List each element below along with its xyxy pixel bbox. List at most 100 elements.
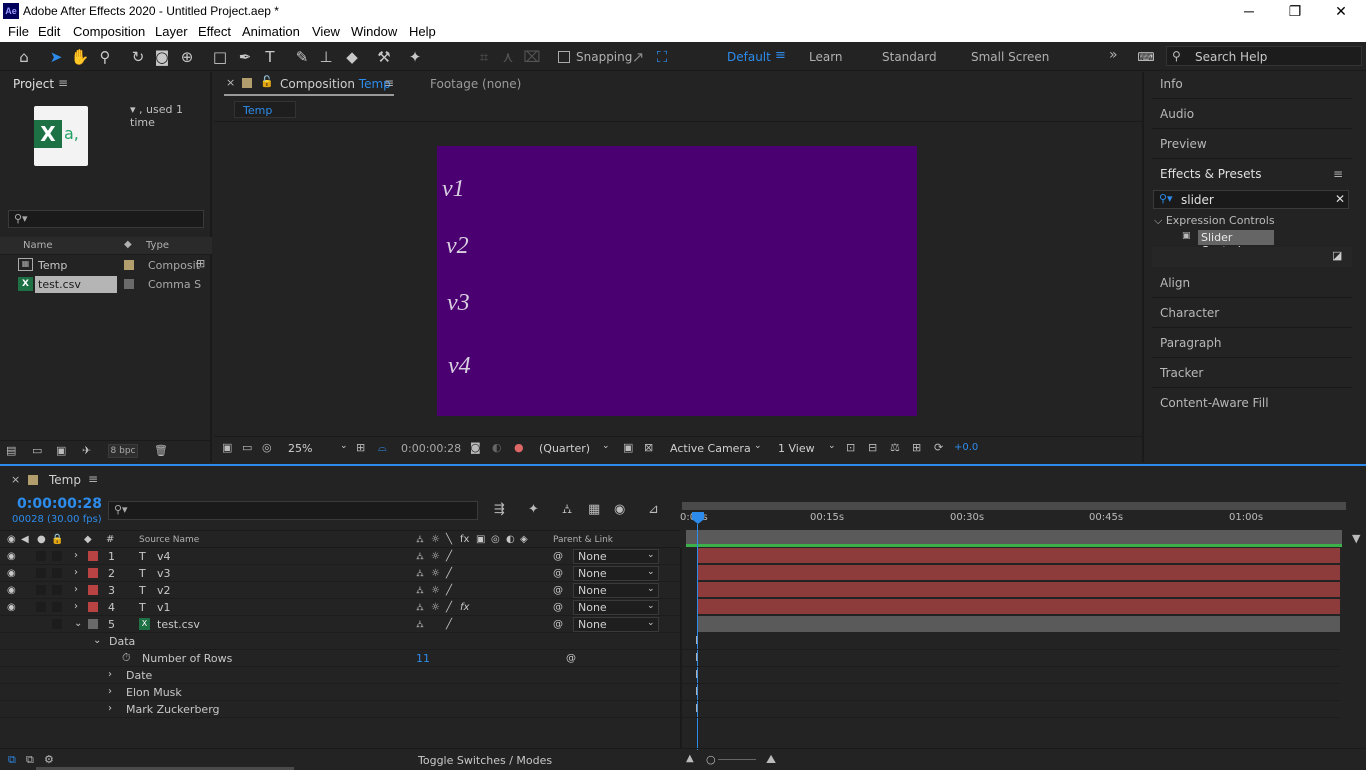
pan-behind-tool-icon[interactable]: ⊕ bbox=[177, 47, 197, 67]
align-panel-tab[interactable]: Align bbox=[1160, 276, 1190, 290]
snapping-checkbox[interactable] bbox=[558, 51, 570, 63]
rectangle-tool-icon[interactable]: □ bbox=[210, 47, 230, 67]
new-bin-icon[interactable]: ◪ bbox=[1332, 249, 1342, 262]
fx-switch-header-icon[interactable]: fx bbox=[460, 534, 469, 545]
collapse-switch-header-icon[interactable]: ☼ bbox=[431, 534, 440, 545]
lock-toggle[interactable] bbox=[52, 619, 62, 629]
label-color-swatch[interactable] bbox=[88, 568, 98, 578]
flowchart-icon[interactable]: ⊞ bbox=[196, 257, 205, 270]
layer-name[interactable]: test.csv bbox=[157, 618, 200, 631]
video-eye-icon[interactable]: ◉ bbox=[7, 602, 16, 613]
canvas-text-v1[interactable]: v1 bbox=[442, 176, 465, 203]
new-composition-icon[interactable]: ▣ bbox=[56, 444, 66, 457]
project-item-row[interactable]: X test.csv Comma S bbox=[0, 275, 210, 294]
layer-switches-icon[interactable]: ⧉ bbox=[8, 753, 16, 767]
label-color-swatch[interactable] bbox=[88, 602, 98, 612]
flowchart-icon[interactable]: ⊞ bbox=[912, 441, 921, 454]
chevron-right-icon[interactable]: › bbox=[108, 686, 112, 697]
paragraph-panel-tab[interactable]: Paragraph bbox=[1160, 336, 1221, 350]
channel-rgb-icon[interactable]: ● bbox=[514, 441, 524, 454]
adjustment-header-icon[interactable]: ◐ bbox=[506, 534, 515, 545]
property-group-row[interactable]: › Mark Zuckerberg I bbox=[0, 701, 1340, 718]
close-window-button[interactable]: ✕ bbox=[1318, 0, 1364, 22]
property-row[interactable]: ⏱ Number of Rows 11 @ I bbox=[0, 650, 1340, 667]
solo-toggle[interactable] bbox=[36, 602, 46, 612]
axis-view-icon[interactable]: ⌧ bbox=[522, 47, 542, 67]
pen-tool-icon[interactable]: ✒ bbox=[235, 47, 255, 67]
transparency-toggle-icon[interactable]: ⊠ bbox=[644, 441, 653, 454]
close-tab-icon[interactable]: × bbox=[11, 473, 20, 486]
lock-toggle[interactable] bbox=[52, 551, 62, 561]
pickwhip-icon[interactable]: @ bbox=[553, 619, 563, 630]
source-name-column[interactable]: Source Name bbox=[139, 535, 199, 545]
project-search-input[interactable]: ⚲▾ bbox=[8, 210, 204, 228]
audio-speaker-icon[interactable]: ◀ bbox=[21, 534, 29, 545]
menu-edit[interactable]: Edit bbox=[38, 24, 60, 39]
composition-tab[interactable]: Composition Temp bbox=[280, 77, 391, 91]
type-tool-icon[interactable]: T bbox=[260, 47, 280, 67]
column-name[interactable]: Name bbox=[23, 240, 53, 251]
selection-tool-icon[interactable]: ➤ bbox=[46, 47, 66, 67]
canvas-text-v4[interactable]: v4 bbox=[448, 353, 471, 380]
grid-icon[interactable]: ⊞ bbox=[356, 441, 365, 454]
video-eye-icon[interactable]: ◉ bbox=[7, 534, 16, 545]
label-color-swatch[interactable] bbox=[88, 619, 98, 629]
lock-toggle[interactable] bbox=[52, 602, 62, 612]
toggle-switches-modes-button[interactable]: Toggle Switches / Modes bbox=[418, 754, 552, 767]
transfer-controls-icon[interactable]: ⧉ bbox=[26, 753, 34, 767]
chevron-right-icon[interactable]: › bbox=[74, 584, 78, 595]
pickwhip-icon[interactable]: @ bbox=[553, 585, 563, 596]
region-of-interest-icon[interactable]: ▣ bbox=[623, 441, 633, 454]
canvas-text-v2[interactable]: v2 bbox=[446, 233, 469, 260]
restore-button[interactable]: ❐ bbox=[1272, 0, 1318, 22]
comp-button-icon[interactable]: ▼ bbox=[1352, 532, 1360, 545]
snap-features-icon[interactable]: ⛶ bbox=[652, 47, 672, 67]
home-icon[interactable]: ⌂ bbox=[14, 47, 34, 67]
zoom-out-icon[interactable]: ▲ bbox=[686, 753, 694, 764]
pickwhip-icon[interactable]: @ bbox=[553, 602, 563, 613]
layer-row[interactable]: ◉ › 4 T v1 ⛼ ☼ ╱ fx @ None ⌄ bbox=[0, 599, 680, 616]
label-color-swatch[interactable] bbox=[124, 279, 134, 289]
parent-dropdown[interactable]: None ⌄ bbox=[573, 549, 659, 564]
shy-switch-header-icon[interactable]: ⛼ bbox=[416, 534, 424, 547]
quality-switch-header-icon[interactable]: ╲ bbox=[446, 534, 452, 545]
shy-switch-icon[interactable]: ⛼ bbox=[416, 602, 424, 615]
clear-search-icon[interactable]: ✕ bbox=[1335, 192, 1345, 206]
collapse-switch-icon[interactable]: ☼ bbox=[431, 568, 440, 579]
effects-presets-title[interactable]: Effects & Presets bbox=[1160, 167, 1261, 181]
workspace-learn[interactable]: Learn bbox=[809, 50, 843, 64]
pickwhip-icon[interactable]: @ bbox=[566, 653, 576, 664]
timeline-search-input[interactable]: ⚲▾ bbox=[108, 501, 478, 520]
roto-brush-tool-icon[interactable]: ⚒ bbox=[374, 47, 394, 67]
chevron-down-icon[interactable]: ⌄ bbox=[74, 618, 82, 629]
quality-switch-icon[interactable]: ╱ bbox=[446, 585, 452, 596]
layer-number-header-icon[interactable]: # bbox=[106, 534, 114, 545]
fx-switch-icon[interactable]: fx bbox=[460, 602, 469, 613]
video-eye-icon[interactable]: ◉ bbox=[7, 551, 16, 562]
axis-local-icon[interactable]: ⌗ bbox=[474, 47, 494, 67]
project-item-row[interactable]: ▦ Temp Composit ⊞ bbox=[0, 256, 210, 275]
chevron-down-icon[interactable]: ⌄ bbox=[93, 635, 101, 646]
trash-icon[interactable]: 🗑 bbox=[154, 444, 168, 457]
lock-icon[interactable]: 🔓 bbox=[260, 75, 274, 88]
axis-world-icon[interactable]: ⋏ bbox=[498, 47, 518, 67]
more-workspaces-icon[interactable]: » bbox=[1109, 47, 1118, 63]
layer-duration-bar[interactable] bbox=[698, 565, 1340, 581]
chevron-right-icon[interactable]: › bbox=[108, 703, 112, 714]
content-aware-fill-panel-tab[interactable]: Content-Aware Fill bbox=[1160, 396, 1269, 410]
label-color-swatch[interactable] bbox=[88, 585, 98, 595]
draft-3d-icon[interactable]: ✦ bbox=[528, 502, 539, 517]
timeline-current-time[interactable]: 0:00:00:28 bbox=[17, 496, 102, 512]
solo-icon[interactable]: ● bbox=[37, 534, 46, 545]
solo-toggle[interactable] bbox=[36, 568, 46, 578]
lock-toggle[interactable] bbox=[52, 585, 62, 595]
frame-blend-header-icon[interactable]: ▣ bbox=[476, 534, 485, 545]
layer-row[interactable]: ⌄ 5 X test.csv ⛼ ╱ @ None ⌄ bbox=[0, 616, 680, 633]
minimize-button[interactable]: ─ bbox=[1226, 0, 1272, 22]
zoom-dropdown[interactable]: 25% ⌄ bbox=[284, 441, 350, 457]
mask-visibility-icon[interactable]: ◎ bbox=[262, 441, 272, 454]
tracker-panel-tab[interactable]: Tracker bbox=[1160, 366, 1203, 380]
camera-dropdown[interactable]: Active Camera ⌄ bbox=[666, 441, 766, 457]
3d-layer-header-icon[interactable]: ◈ bbox=[520, 534, 528, 545]
reset-exposure-icon[interactable]: ⟳ bbox=[934, 441, 943, 454]
